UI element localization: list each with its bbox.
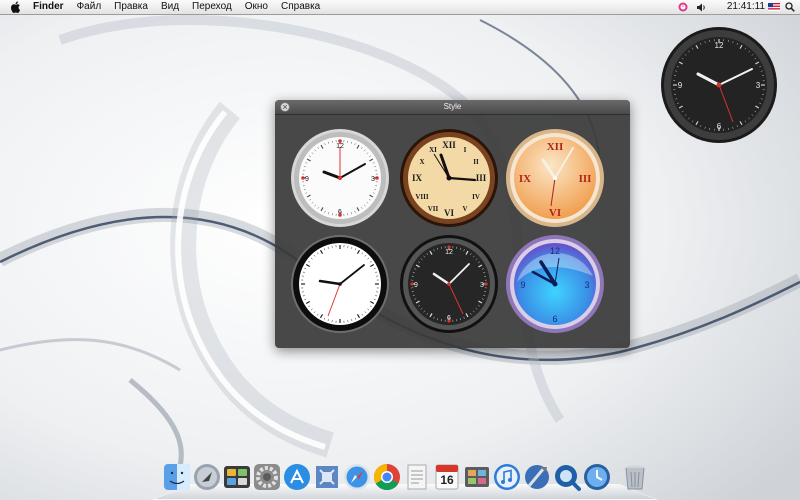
- menu-bar: Finder Файл Правка Вид Переход Окно Спра…: [0, 0, 800, 15]
- svg-text:XI: XI: [429, 146, 437, 154]
- dock: 16: [152, 458, 658, 500]
- svg-text:9: 9: [414, 282, 418, 289]
- svg-text:V: V: [462, 205, 467, 213]
- dashboard-icon[interactable]: [222, 462, 252, 492]
- app-store-icon[interactable]: [282, 462, 312, 492]
- svg-text:9: 9: [678, 81, 683, 90]
- launchpad-icon[interactable]: [192, 462, 222, 492]
- svg-text:3: 3: [371, 176, 375, 183]
- volume-icon[interactable]: [697, 3, 708, 12]
- svg-text:3: 3: [480, 282, 484, 289]
- svg-text:IX: IX: [519, 173, 531, 185]
- quicktime-icon[interactable]: [552, 462, 582, 492]
- clock-option-dark[interactable]: 12639: [399, 234, 499, 334]
- textedit-icon[interactable]: [402, 462, 432, 492]
- svg-text:6: 6: [717, 122, 722, 131]
- svg-text:VIII: VIII: [415, 193, 429, 201]
- svg-text:9: 9: [520, 280, 525, 290]
- svg-text:IX: IX: [412, 173, 423, 183]
- menubar-clock[interactable]: 21:41:11: [727, 0, 765, 14]
- svg-text:III: III: [579, 173, 592, 185]
- photo-booth-icon[interactable]: [462, 462, 492, 492]
- svg-text:12: 12: [445, 249, 453, 256]
- apple-menu-icon[interactable]: [11, 1, 21, 13]
- finder-icon[interactable]: [162, 462, 192, 492]
- system-preferences-icon[interactable]: [252, 462, 282, 492]
- flag-icon[interactable]: [768, 3, 780, 11]
- calendar-day: 16: [440, 473, 454, 487]
- svg-text:II: II: [473, 158, 479, 166]
- svg-text:X: X: [419, 158, 424, 166]
- chrome-icon[interactable]: [372, 462, 402, 492]
- svg-text:9: 9: [305, 176, 309, 183]
- style-panel: Style × 12 6 3 9 XII VI III IX I II IV V VII VIII…: [275, 100, 630, 348]
- clock-option-orange-roman[interactable]: XII VI III IX: [505, 128, 605, 228]
- clock-app-icon[interactable]: [678, 2, 688, 12]
- clock-option-black-white[interactable]: [290, 234, 390, 334]
- svg-text:XII: XII: [547, 141, 564, 153]
- itunes-icon[interactable]: [492, 462, 522, 492]
- time-machine-icon[interactable]: [582, 462, 612, 492]
- menu-edit[interactable]: Правка: [114, 0, 148, 14]
- clock-option-blue-glass[interactable]: 12 6 3 9: [505, 234, 605, 334]
- svg-text:12: 12: [715, 41, 724, 50]
- svg-text:IV: IV: [472, 193, 480, 201]
- svg-text:XII: XII: [442, 140, 456, 150]
- safari-icon[interactable]: [342, 462, 372, 492]
- svg-text:12: 12: [550, 246, 560, 256]
- svg-text:I: I: [464, 146, 467, 154]
- menu-go[interactable]: Переход: [192, 0, 232, 14]
- svg-text:VI: VI: [549, 207, 561, 219]
- xcode-icon[interactable]: [522, 462, 552, 492]
- spotlight-search-icon[interactable]: [785, 2, 795, 12]
- trash-icon[interactable]: [620, 462, 650, 492]
- menu-help[interactable]: Справка: [281, 0, 320, 14]
- clock-option-silver[interactable]: 12639: [290, 128, 390, 228]
- svg-text:3: 3: [756, 81, 761, 90]
- svg-text:6: 6: [552, 314, 557, 324]
- svg-text:3: 3: [584, 280, 589, 290]
- svg-text:III: III: [476, 173, 487, 183]
- menu-view[interactable]: Вид: [161, 0, 179, 14]
- panel-title: Style: [443, 102, 462, 111]
- mail-icon[interactable]: [312, 462, 342, 492]
- app-menu-finder[interactable]: Finder: [33, 0, 64, 14]
- close-button[interactable]: ×: [280, 102, 290, 112]
- calendar-icon[interactable]: 16: [432, 462, 462, 492]
- menu-file[interactable]: Файл: [77, 0, 102, 14]
- menu-window[interactable]: Окно: [245, 0, 268, 14]
- desktop-clock-widget[interactable]: 12 6 3 9: [660, 26, 778, 144]
- svg-text:VI: VI: [444, 208, 454, 218]
- clock-option-antique-roman[interactable]: XIIVIIIIIX III IVV VIIVIII XXI: [399, 128, 499, 228]
- svg-text:VII: VII: [428, 205, 439, 213]
